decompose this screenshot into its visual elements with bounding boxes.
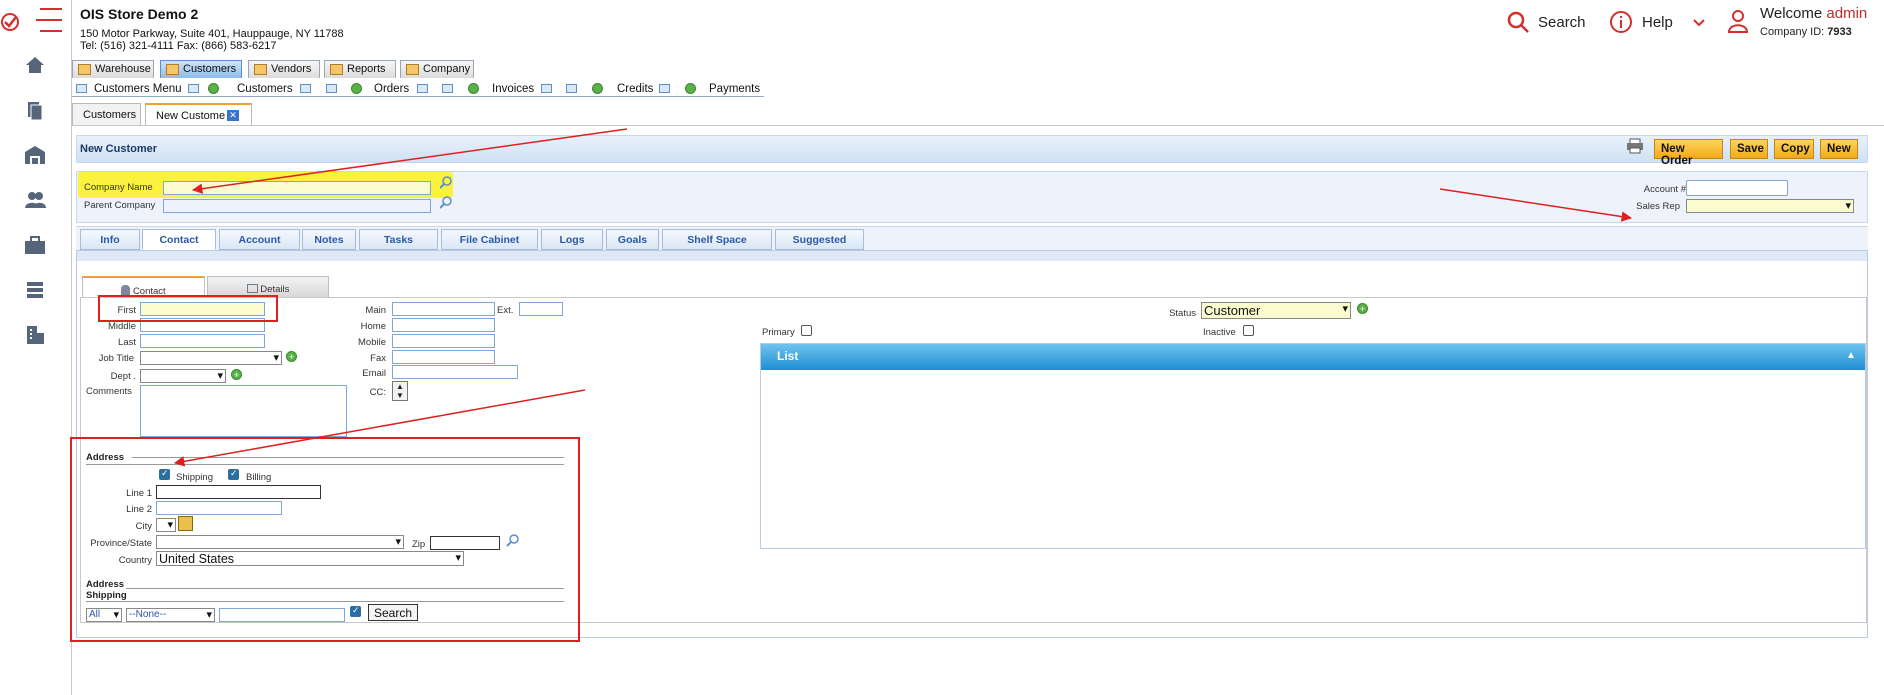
annotation-arrows — [173, 128, 1633, 467]
